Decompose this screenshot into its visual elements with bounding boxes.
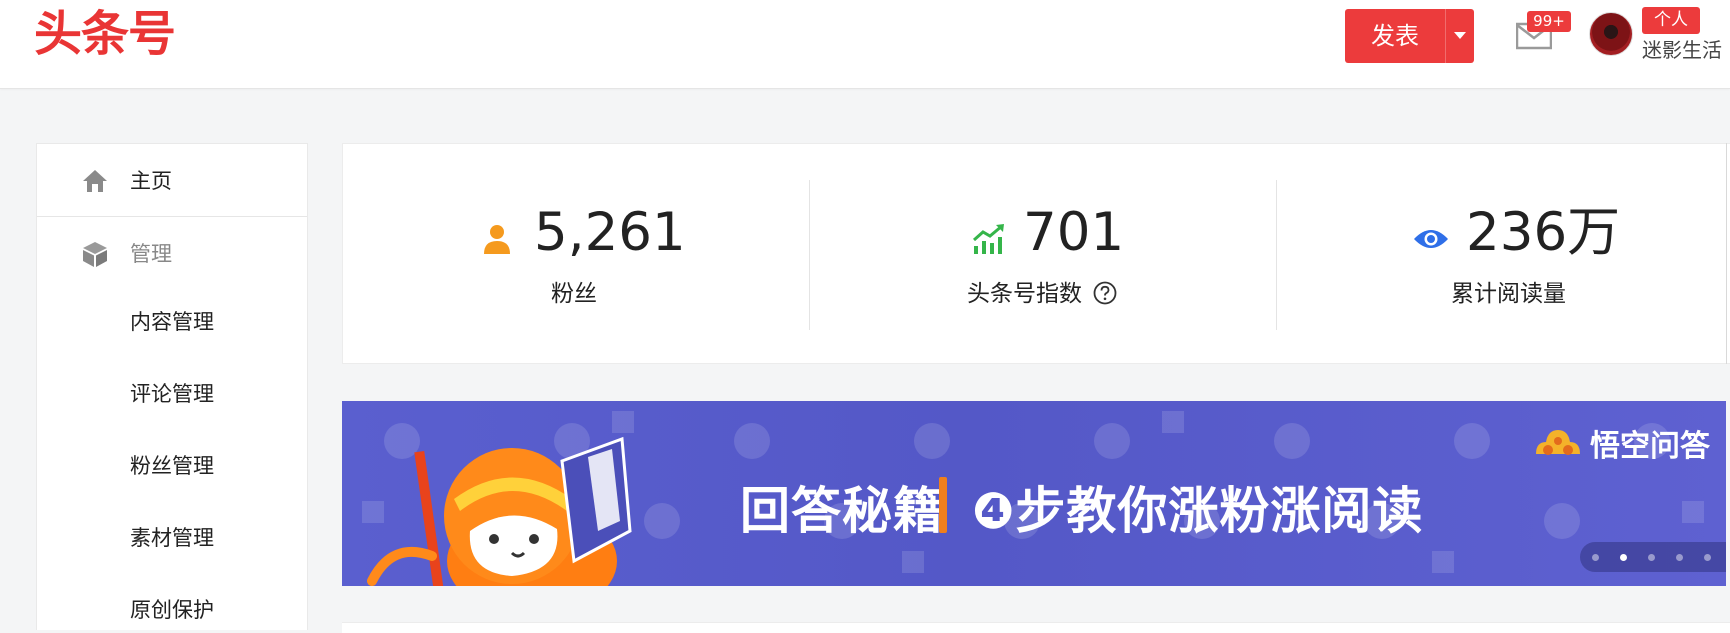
sidebar-item-material-management[interactable]: 素材管理 xyxy=(130,524,214,552)
promo-banner[interactable]: 回答秘籍 ❹步教你涨粉涨阅读 悟空问答 xyxy=(342,401,1726,586)
sidebar-item-manage-label: 管理 xyxy=(130,242,172,266)
cloud-logo-icon xyxy=(1536,430,1580,455)
toutiao-index-value: 701 xyxy=(1023,202,1125,263)
stat-toutiao-index: 701 头条号指数 xyxy=(810,144,1276,365)
sidebar-item-comment-management[interactable]: 评论管理 xyxy=(130,380,214,408)
home-icon xyxy=(83,170,107,192)
sidebar-item-content-management[interactable]: 内容管理 xyxy=(130,308,214,336)
publish-dropdown-caret[interactable] xyxy=(1446,9,1474,63)
sidebar-item-manage[interactable]: 管理 xyxy=(37,224,307,284)
panel-edge xyxy=(1726,143,1727,364)
publish-button[interactable]: 发表 xyxy=(1345,9,1474,63)
fans-label: 粉丝 xyxy=(551,281,597,307)
chevron-down-icon xyxy=(1454,32,1466,39)
banner-separator xyxy=(939,477,947,533)
avatar[interactable] xyxy=(1589,12,1633,56)
fans-count: 5,261 xyxy=(534,202,686,263)
wukong-brand: 悟空问答 xyxy=(1532,421,1710,465)
sidebar-item-fan-management[interactable]: 粉丝管理 xyxy=(130,452,214,480)
toutiao-index-label-group: 头条号指数 xyxy=(967,281,1117,309)
banner-headline-left: 回答秘籍 xyxy=(740,482,944,540)
cube-icon xyxy=(83,242,107,267)
next-card xyxy=(342,622,1730,633)
account-type-badge: 个人 xyxy=(1642,7,1700,34)
sidebar-item-home[interactable]: 主页 xyxy=(37,151,307,211)
carousel-dot-active[interactable] xyxy=(1620,554,1627,561)
toutiao-logo[interactable]: 头条号 xyxy=(34,10,176,58)
toutiao-index-label: 头条号指数 xyxy=(967,281,1082,307)
banner-headline-right: ❹步教你涨粉涨阅读 xyxy=(972,482,1424,540)
message-count-badge: 99+ xyxy=(1527,11,1571,32)
username[interactable]: 迷影生活 xyxy=(1642,37,1722,63)
trend-icon xyxy=(973,224,1004,254)
sidebar-divider xyxy=(37,216,307,217)
sidebar: 主页 管理 内容管理 评论管理 粉丝管理 素材管理 原创保护 xyxy=(36,143,308,630)
carousel-dot[interactable] xyxy=(1704,554,1711,561)
monkey-mascot-icon xyxy=(367,436,632,586)
total-reads-label: 累计阅读量 xyxy=(1451,281,1566,307)
stat-total-reads: 236万 累计阅读量 xyxy=(1277,144,1730,365)
carousel-indicator xyxy=(1580,542,1726,572)
wukong-brand-text: 悟空问答 xyxy=(1590,429,1710,464)
total-reads-value: 236万 xyxy=(1466,202,1621,263)
sidebar-item-original-protection[interactable]: 原创保护 xyxy=(130,596,214,624)
user-icon xyxy=(484,225,510,254)
stats-card: 5,261 粉丝 701 头条号指数 236万 累计阅读量 xyxy=(342,143,1730,364)
sidebar-item-home-label: 主页 xyxy=(130,169,172,193)
stat-fans: 5,261 粉丝 xyxy=(343,144,809,365)
publish-label[interactable]: 发表 xyxy=(1345,9,1445,63)
help-icon[interactable] xyxy=(1093,281,1117,305)
top-navigation-bar: 头条号 发表 99+ 个人 迷影生活 xyxy=(0,0,1730,89)
carousel-dot[interactable] xyxy=(1592,554,1599,561)
eye-icon xyxy=(1414,230,1448,248)
carousel-dot[interactable] xyxy=(1648,554,1655,561)
carousel-dot[interactable] xyxy=(1676,554,1683,561)
